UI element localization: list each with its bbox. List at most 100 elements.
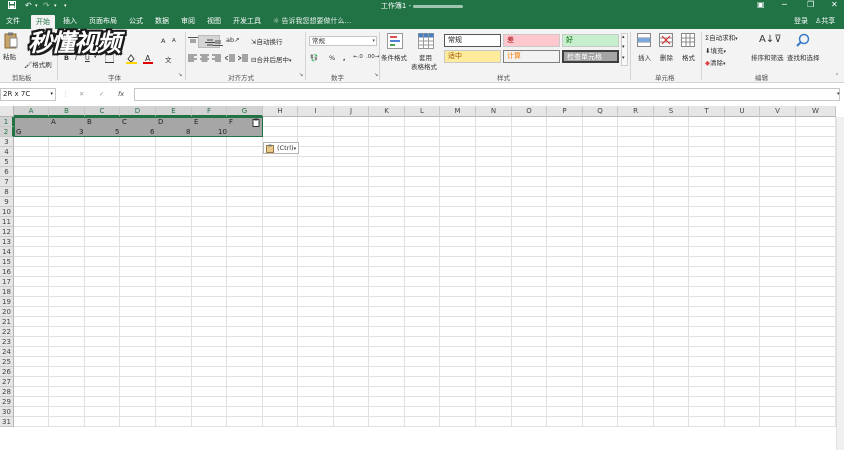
column-header-W[interactable]: W xyxy=(796,106,836,117)
row-header-12[interactable]: 12 xyxy=(0,227,14,237)
align-center-icon[interactable] xyxy=(200,54,209,62)
format-as-table-label-2[interactable]: 表格格式 xyxy=(411,61,437,71)
number-dialog-launcher-icon[interactable]: ↘ xyxy=(374,72,378,78)
row-header-5[interactable]: 5 xyxy=(0,157,14,167)
conditional-format-icon[interactable] xyxy=(387,33,403,49)
tab-view[interactable]: 视图 xyxy=(207,16,221,26)
format-as-table-icon[interactable] xyxy=(418,33,434,49)
font-dialog-launcher-icon[interactable]: ↘ xyxy=(178,72,182,78)
row-header-16[interactable]: 16 xyxy=(0,267,14,277)
row-header-25[interactable]: 25 xyxy=(0,357,14,367)
format-painter-button[interactable]: 🖌格式刷 xyxy=(24,59,52,69)
row-header-21[interactable]: 21 xyxy=(0,317,14,327)
column-header-I[interactable]: I xyxy=(298,106,334,117)
grow-font-button[interactable]: A xyxy=(161,37,165,45)
tell-me-box[interactable]: ☼ 告诉我您想要做什么... xyxy=(273,16,351,26)
cell-G1[interactable]: F xyxy=(229,118,233,126)
minimize-icon[interactable]: ─ xyxy=(782,0,787,9)
column-header-L[interactable]: L xyxy=(405,106,440,117)
column-header-Q[interactable]: Q xyxy=(583,106,618,117)
column-header-H[interactable]: H xyxy=(263,106,298,117)
row-header-13[interactable]: 13 xyxy=(0,237,14,247)
find-magnifier-icon[interactable] xyxy=(796,33,810,47)
wrap-text-button[interactable]: ⇲自动换行 xyxy=(251,36,282,46)
row-header-26[interactable]: 26 xyxy=(0,367,14,377)
column-header-N[interactable]: N xyxy=(476,106,512,117)
formula-input[interactable] xyxy=(134,88,840,101)
column-header-E[interactable]: E xyxy=(156,106,192,117)
format-button[interactable]: 格式 xyxy=(682,52,695,62)
row-header-28[interactable]: 28 xyxy=(0,387,14,397)
column-header-P[interactable]: P xyxy=(547,106,583,117)
style-good[interactable]: 好 xyxy=(562,34,619,47)
paste-clipboard-icon[interactable] xyxy=(252,118,261,129)
row-header-14[interactable]: 14 xyxy=(0,247,14,257)
cell-A2[interactable]: G xyxy=(16,128,21,136)
cell-C2[interactable]: 5 xyxy=(115,128,119,136)
phonetic-guide-button[interactable]: 文 xyxy=(165,54,172,64)
decrease-indent-icon[interactable] xyxy=(225,54,235,62)
alignment-dialog-launcher-icon[interactable]: ↘ xyxy=(299,72,303,78)
column-header-D[interactable]: D xyxy=(120,106,156,117)
autosum-button[interactable]: Σ自动求和▾ xyxy=(705,32,738,42)
cancel-icon[interactable]: ✕ xyxy=(79,90,84,98)
row-header-20[interactable]: 20 xyxy=(0,307,14,317)
vertical-scrollbar[interactable] xyxy=(836,117,844,450)
column-header-A[interactable]: A xyxy=(14,106,49,117)
accounting-format-icon[interactable]: 💱 xyxy=(310,54,318,62)
style-neutral[interactable]: 适中 xyxy=(444,50,501,63)
cell-E2[interactable]: 8 xyxy=(186,128,190,136)
row-header-29[interactable]: 29 xyxy=(0,397,14,407)
row-header-30[interactable]: 30 xyxy=(0,407,14,417)
paste-icon[interactable] xyxy=(4,32,18,49)
orientation-icon[interactable]: ab↗ xyxy=(226,36,240,44)
style-calculation[interactable]: 计算 xyxy=(503,50,560,63)
decrease-decimal-icon[interactable]: .00→ xyxy=(366,54,379,60)
ribbon-display-icon[interactable]: ▣ xyxy=(757,0,765,9)
cell-B2[interactable]: 3 xyxy=(79,128,83,136)
tab-formulas[interactable]: 公式 xyxy=(129,16,143,26)
column-header-C[interactable]: C xyxy=(85,106,120,117)
row-header-19[interactable]: 19 xyxy=(0,297,14,307)
paste-options-button[interactable]: (Ctrl)▾ xyxy=(263,142,300,154)
row-header-17[interactable]: 17 xyxy=(0,277,14,287)
column-header-T[interactable]: T xyxy=(689,106,725,117)
style-bad[interactable]: 差 xyxy=(503,34,560,47)
row-header-15[interactable]: 15 xyxy=(0,257,14,267)
tab-data[interactable]: 数据 xyxy=(155,16,169,26)
delete-cells-icon[interactable] xyxy=(659,33,673,47)
column-header-V[interactable]: V xyxy=(760,106,796,117)
align-right-icon[interactable] xyxy=(212,54,221,62)
delete-button[interactable]: 删除 xyxy=(660,52,673,62)
close-icon[interactable]: ✕ xyxy=(831,0,838,9)
column-header-S[interactable]: S xyxy=(654,106,689,117)
insert-button[interactable]: 插入 xyxy=(638,52,651,62)
find-select-button[interactable]: 查找和选择 xyxy=(787,52,820,62)
row-header-2[interactable]: 2 xyxy=(0,127,14,137)
font-color-icon[interactable]: A xyxy=(143,53,153,64)
name-box[interactable]: 2R x 7C ▾ xyxy=(0,88,56,101)
row-header-23[interactable]: 23 xyxy=(0,337,14,347)
cell-D1[interactable]: C xyxy=(122,118,127,126)
select-all-corner[interactable] xyxy=(0,106,14,117)
column-header-B[interactable]: B xyxy=(49,106,85,117)
conditional-format-button[interactable]: 条件格式 xyxy=(381,52,407,62)
cell-C1[interactable]: B xyxy=(87,118,92,126)
row-header-3[interactable]: 3 xyxy=(0,137,14,147)
increase-decimal-icon[interactable]: ←.0 xyxy=(353,54,363,60)
percent-style-button[interactable]: % xyxy=(329,54,335,62)
column-header-F[interactable]: F xyxy=(192,106,227,117)
clear-button[interactable]: ◆清除▾ xyxy=(705,57,726,67)
column-header-O[interactable]: O xyxy=(512,106,547,117)
sort-filter-button[interactable]: 排序和筛选 xyxy=(751,52,784,62)
comma-style-button[interactable]: , xyxy=(343,54,345,62)
insert-cells-icon[interactable] xyxy=(637,33,651,47)
styles-gallery-scroll[interactable]: ▴ ▾ ▾ xyxy=(621,33,628,66)
share-button[interactable]: ♙共享 xyxy=(815,16,835,26)
style-check-cell[interactable]: 检查单元格 xyxy=(562,50,619,63)
align-left-icon[interactable] xyxy=(188,54,197,62)
row-header-6[interactable]: 6 xyxy=(0,167,14,177)
tab-developer[interactable]: 开发工具 xyxy=(233,16,261,26)
restore-icon[interactable]: ❐ xyxy=(807,0,814,9)
row-header-8[interactable]: 8 xyxy=(0,187,14,197)
